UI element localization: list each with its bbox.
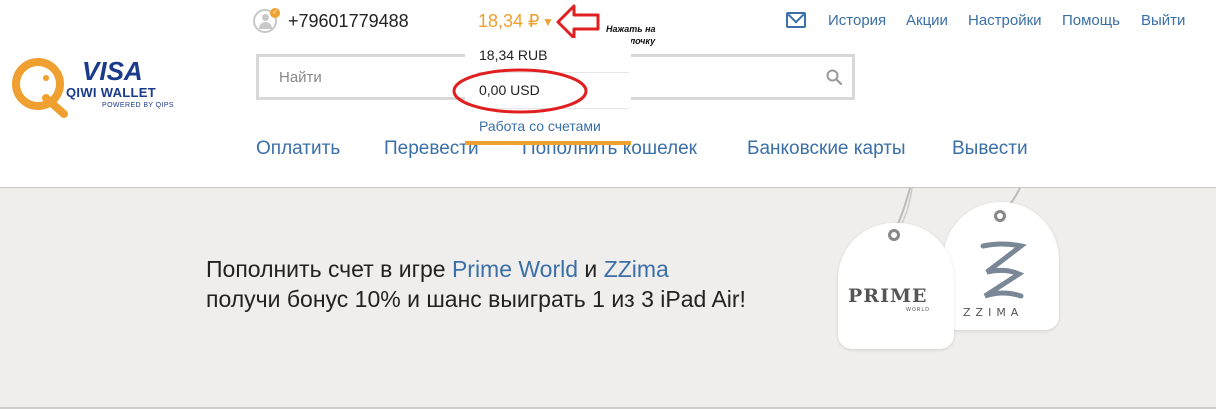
nav-pay[interactable]: Оплатить [256,138,340,160]
zzima-tag-text: ZZIMA [963,306,1024,319]
qiwi-logo[interactable]: VISA QIWI WALLET POWERED BY QIPS [8,52,188,120]
link-promotions[interactable]: Акции [906,12,948,29]
dropdown-accounts-link[interactable]: Работа со счетами [479,118,601,134]
user-avatar-icon[interactable]: ✓ [253,8,280,33]
balance-amount[interactable]: 18,34 ₽ [478,11,540,32]
logo-product-text: QIWI WALLET [66,85,156,100]
banner-game-prime-link[interactable]: Prime World [452,256,578,282]
logo-visa-text: VISA [82,56,143,86]
zzima-tag: ZZIMA [943,202,1059,330]
logo-tagline: POWERED BY QIPS [102,102,174,109]
tag-hole [994,210,1006,222]
annotation-circle [452,68,588,114]
promo-banner[interactable]: Пополнить счет в игре Prime World и ZZim… [0,188,1216,409]
banner-headline: Пополнить счет в игре Prime World и ZZim… [206,256,669,282]
link-settings[interactable]: Настройки [968,12,1042,29]
prime-world-tag: PRIME WORLD [838,223,954,349]
prime-tag-text: PRIME [848,285,928,307]
annotation-arrow-icon [556,4,600,40]
account-phone: +79601779488 [288,11,409,31]
banner-subline: получи бонус 10% и шанс выиграть 1 из 3 … [206,286,746,312]
nav-withdraw[interactable]: Вывести [952,138,1028,160]
nav-bank-cards[interactable]: Банковские карты [747,138,906,160]
dropdown-item-rub[interactable]: 18,34 RUB [479,47,547,63]
zzima-logo-icon [980,241,1027,299]
qiwi-q-icon [12,58,68,118]
tag-hole [888,229,900,241]
link-history[interactable]: История [828,12,886,29]
balance-dropdown-arrow-icon[interactable]: ▼ [542,15,554,29]
banner-game-zzima-link[interactable]: ZZima [604,256,669,282]
verified-check-icon: ✓ [270,8,280,18]
link-logout[interactable]: Выйти [1141,12,1185,29]
dropdown-accent-bar [465,141,631,145]
link-help[interactable]: Помощь [1062,12,1120,29]
prime-tag-subtext: WORLD [906,307,930,313]
site-header: VISA QIWI WALLET POWERED BY QIPS ✓ +7960… [0,0,1216,187]
search-icon[interactable] [826,69,842,85]
search-placeholder: Найти [279,69,322,86]
mail-icon[interactable] [786,12,806,28]
